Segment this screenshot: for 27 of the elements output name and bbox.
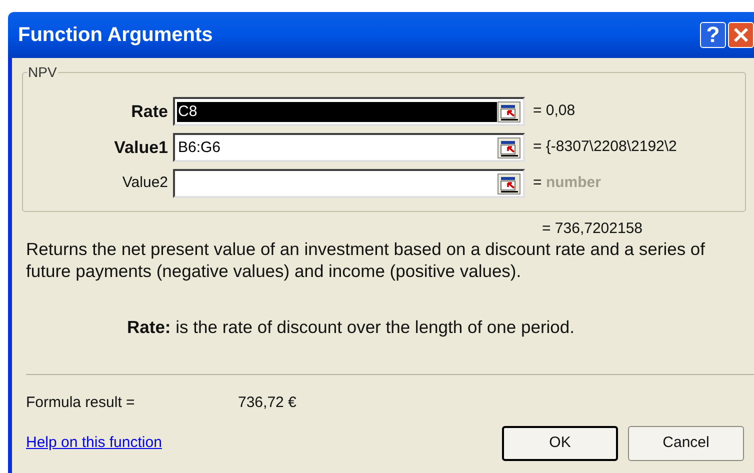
argument-result: = {-8307\2208\2192\2 [533,137,677,158]
window-title: Function Arguments [18,23,214,48]
argument-result: = 0,08 [533,101,576,122]
formula-result-label: Formula result = [26,393,136,414]
argument-field[interactable]: C8 [173,97,525,126]
collapse-dialog-icon[interactable] [497,172,521,194]
field-value: C8 [177,102,497,122]
argument-label: Value2 [121,173,169,194]
group-title: NPV [27,64,58,80]
collapse-dialog-icon[interactable] [497,100,521,122]
function-result: = 736,7202158 [542,220,644,238]
dialog-button[interactable]: OK [502,426,618,461]
close-button[interactable] [728,22,754,48]
argument-result: = number [533,173,601,194]
dialog-button[interactable]: Cancel [628,426,744,461]
argument-field[interactable] [173,169,525,198]
field-value: B6:G6 [177,138,221,158]
collapse-dialog-icon[interactable] [497,136,521,158]
help-button[interactable]: ? [700,22,726,48]
argument-field[interactable]: B6:G6 [173,133,525,162]
formula-result-value: 736,72 € [238,393,296,414]
argument-help: Rate: is the rate of discount over the length of one period. [127,316,576,339]
close-icon [733,27,749,43]
help-link[interactable]: Help on this function [26,432,502,454]
function-description: Returns the net present value of an investment based on a discount rate and a series of future payments (negative values) and income (positive values). [26,238,706,282]
argument-label: Rate [130,100,169,123]
argument-label: Value1 [113,136,169,159]
